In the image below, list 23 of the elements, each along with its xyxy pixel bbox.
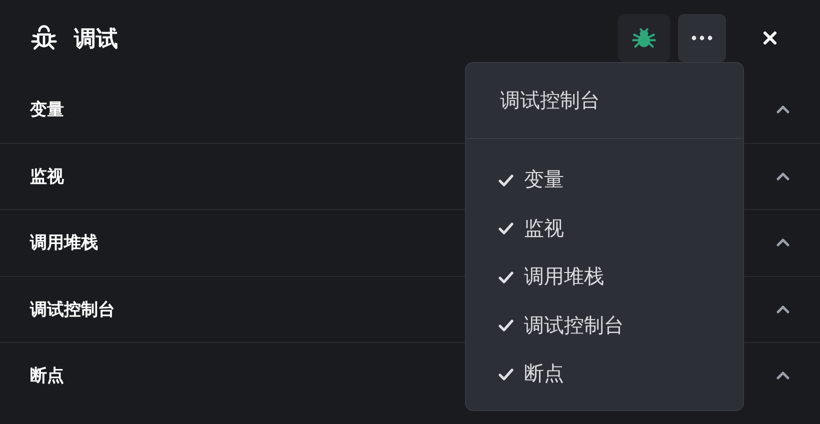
chevron-up-icon[interactable] <box>776 371 790 380</box>
section-title[interactable]: 调试控制台 <box>30 296 115 322</box>
bug-icon <box>30 24 58 52</box>
bug-icon <box>631 25 657 51</box>
chevron-up-icon[interactable] <box>776 104 790 114</box>
section-title[interactable]: 监视 <box>30 164 64 189</box>
panel-title: 调试 <box>74 24 118 52</box>
close-icon <box>763 31 777 45</box>
menu-item[interactable]: 变量 <box>466 156 743 204</box>
chevron-up-icon[interactable] <box>776 172 790 181</box>
section-title[interactable]: 变量 <box>30 96 64 122</box>
more-button[interactable] <box>678 14 726 62</box>
menu-item[interactable]: 调试控制台 <box>466 302 743 350</box>
menu-item[interactable]: 调用堆栈 <box>466 253 743 302</box>
more-icon <box>691 35 713 41</box>
menu-title: 调试控制台 <box>500 88 600 114</box>
chevron-up-icon[interactable] <box>776 304 790 314</box>
chevron-up-icon[interactable] <box>776 238 790 248</box>
menu-item[interactable]: 监视 <box>466 204 743 253</box>
section-title[interactable]: 调用堆栈 <box>30 230 98 256</box>
menu-item[interactable]: 断点 <box>466 350 743 398</box>
section-title[interactable]: 断点 <box>30 363 64 388</box>
debug-button[interactable] <box>618 14 670 62</box>
